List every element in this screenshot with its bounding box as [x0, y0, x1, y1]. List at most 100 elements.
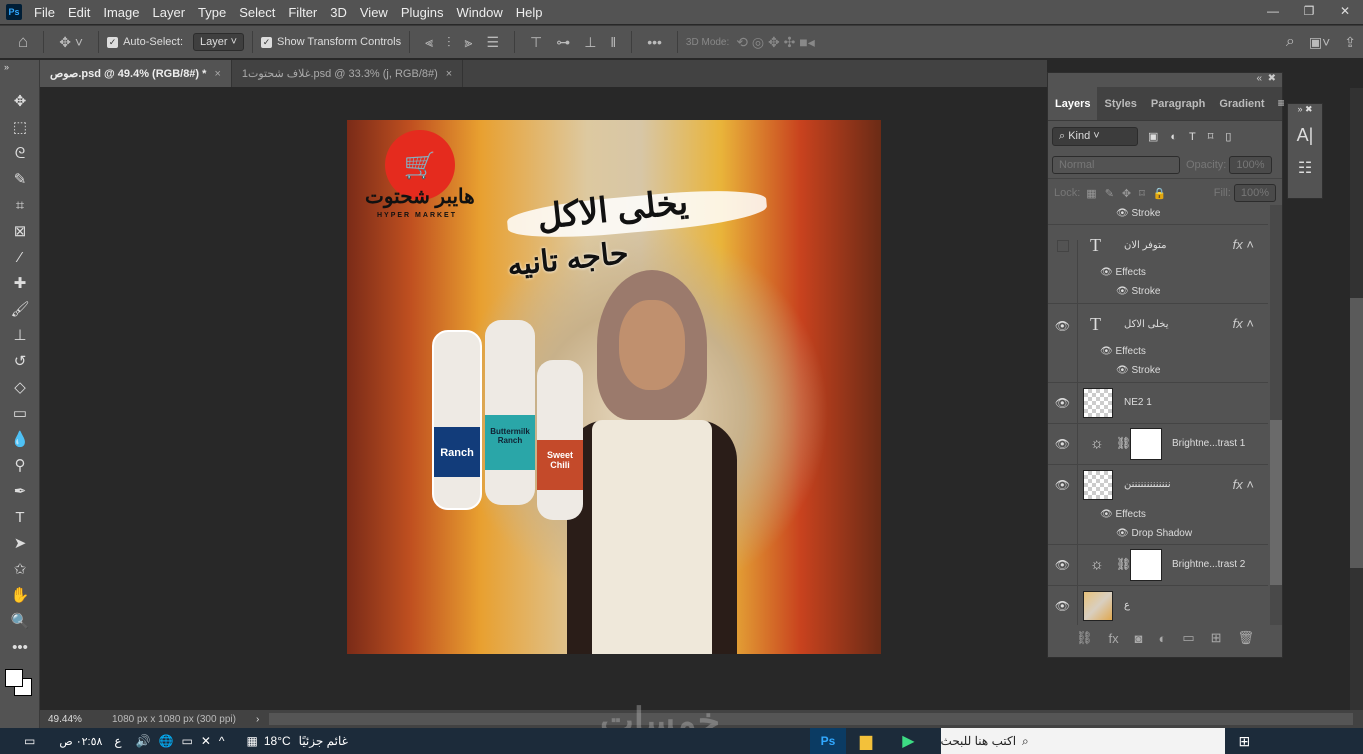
- blur-tool-icon[interactable]: 💧: [0, 426, 40, 452]
- tab-paragraph[interactable]: Paragraph: [1144, 87, 1212, 120]
- tab-styles[interactable]: Styles: [1097, 87, 1143, 120]
- mini-panel-controls-icon[interactable]: » ✖: [1288, 104, 1322, 115]
- layer-row[interactable]: 👁 ع: [1048, 586, 1268, 625]
- menu-help[interactable]: Help: [516, 5, 543, 20]
- visibility-toggle[interactable]: 👁: [1048, 304, 1078, 382]
- effect-drop-shadow[interactable]: 👁 Drop Shadow: [1116, 528, 1192, 539]
- layer-row[interactable]: 👁 نننننننننننننن fx ˄ 👁 Effects 👁 Drop S…: [1048, 465, 1268, 545]
- layer-name[interactable]: NE2 1: [1124, 397, 1152, 408]
- layer-name[interactable]: متوفر الان: [1124, 240, 1166, 251]
- fill-input[interactable]: 100%: [1233, 184, 1276, 202]
- layer-name[interactable]: Brightne...trast 2: [1172, 559, 1245, 570]
- restore-icon[interactable]: ❐: [1291, 0, 1327, 22]
- layer-name[interactable]: نننننننننننننن: [1124, 479, 1171, 490]
- healing-brush-icon[interactable]: ✚: [0, 270, 40, 296]
- new-layer-icon[interactable]: ⊞: [1211, 630, 1222, 646]
- layer-row[interactable]: 👁 T يخلى الاكل fx ˄ 👁 Effects 👁 Stroke: [1048, 304, 1268, 383]
- align-middle-icon[interactable]: ⊶: [556, 34, 570, 51]
- status-arrow-icon[interactable]: ›: [256, 714, 259, 725]
- type-tool-icon[interactable]: T: [0, 504, 40, 530]
- more-tools-icon[interactable]: •••: [0, 634, 40, 660]
- horizontal-scrollbar[interactable]: [269, 713, 1353, 725]
- quick-select-tool-icon[interactable]: ✎: [0, 166, 40, 192]
- gradient-tool-icon[interactable]: ▭: [0, 400, 40, 426]
- 3d-tools-icon[interactable]: ⟲ ◎ ✥ ✣ ■◂: [736, 34, 814, 51]
- layer-row[interactable]: 👁 ☼ ⛓ Brightne...trast 1: [1048, 424, 1268, 465]
- menu-select[interactable]: Select: [239, 5, 275, 20]
- link-layers-icon[interactable]: ⛓: [1076, 630, 1093, 646]
- taskbar-explorer-icon[interactable]: ▆: [860, 731, 872, 751]
- visibility-toggle[interactable]: 👁: [1048, 465, 1078, 544]
- color-swatches[interactable]: [0, 660, 39, 700]
- history-brush-icon[interactable]: ↺: [0, 348, 40, 374]
- layers-scrollbar[interactable]: [1270, 205, 1282, 625]
- align-left-icon[interactable]: ⫷: [425, 34, 433, 51]
- menu-type[interactable]: Type: [198, 5, 226, 20]
- show-transform-checkbox[interactable]: ✓: [261, 36, 273, 48]
- effects-row[interactable]: 👁 Effects: [1100, 346, 1146, 357]
- zoom-tool-icon[interactable]: 🔍: [0, 608, 40, 634]
- document-canvas[interactable]: 🛒 هايبر شحتوت HYPER MARKET يخلى الاكل حا…: [347, 120, 881, 654]
- menu-3d[interactable]: 3D: [330, 5, 347, 20]
- hand-tool-icon[interactable]: ✋: [0, 582, 40, 608]
- weather-temp[interactable]: 18°C: [264, 734, 291, 748]
- add-mask-icon[interactable]: ◙: [1135, 631, 1143, 646]
- auto-select-checkbox[interactable]: ✓: [107, 36, 119, 48]
- minimize-icon[interactable]: —: [1255, 0, 1291, 22]
- collapse-icon[interactable]: »: [0, 60, 39, 88]
- fx-icon[interactable]: fx ˄: [1233, 316, 1254, 331]
- filter-icons[interactable]: ▣◐T⌑▯: [1148, 130, 1243, 143]
- fx-icon[interactable]: fx ˄: [1233, 477, 1254, 492]
- layer-row[interactable]: T متوفر الان fx ˄ 👁 Effects 👁 Stroke: [1048, 225, 1268, 318]
- pen-tool-icon[interactable]: ✒: [0, 478, 40, 504]
- weather-text[interactable]: غائم جزئيًا: [299, 734, 348, 748]
- close-icon[interactable]: ✕: [1327, 0, 1363, 22]
- stamp-tool-icon[interactable]: ⊥: [0, 322, 40, 348]
- visibility-toggle[interactable]: 👁: [1048, 586, 1078, 625]
- shape-tool-icon[interactable]: ✩: [0, 556, 40, 582]
- distribute-icon[interactable]: ☰: [486, 34, 499, 51]
- blend-mode-dropdown[interactable]: Normal: [1052, 155, 1180, 174]
- share-icon[interactable]: ⇪: [1344, 34, 1356, 51]
- new-group-icon[interactable]: ▭: [1182, 630, 1194, 646]
- align-right-icon[interactable]: ⫸: [465, 34, 473, 51]
- effect-stroke[interactable]: 👁 Stroke: [1116, 365, 1160, 376]
- menu-plugins[interactable]: Plugins: [401, 5, 444, 20]
- taskbar-search-input[interactable]: ⌕ اكتب هنا للبحث: [940, 728, 1225, 754]
- crop-tool-icon[interactable]: ⌗: [0, 192, 40, 218]
- menu-view[interactable]: View: [360, 5, 388, 20]
- effects-row[interactable]: 👁 Effects: [1100, 267, 1146, 278]
- tab-layers[interactable]: Layers: [1048, 87, 1098, 120]
- move-tool-icon[interactable]: ✥: [0, 88, 40, 114]
- panel-collapse-icon[interactable]: « ✖: [1257, 73, 1277, 84]
- effects-row[interactable]: 👁 Effects: [1100, 509, 1146, 520]
- visibility-toggle[interactable]: 👁: [1048, 383, 1078, 423]
- opacity-input[interactable]: 100%: [1229, 155, 1272, 174]
- tab-document-2[interactable]: غلاف شحتوت1.psd @ 33.3% (j, RGB/8#) ×: [231, 60, 464, 87]
- tray-icons[interactable]: 🔊🌐▭✕^: [136, 734, 233, 748]
- dodge-tool-icon[interactable]: ⚲: [0, 452, 40, 478]
- menu-filter[interactable]: Filter: [288, 5, 317, 20]
- zoom-level[interactable]: 49.44%: [48, 714, 98, 725]
- character-panel-icon[interactable]: A|: [1288, 125, 1322, 146]
- layer-name[interactable]: ع: [1124, 600, 1130, 611]
- add-style-icon[interactable]: fx: [1108, 631, 1118, 646]
- close-tab-icon[interactable]: ×: [446, 68, 452, 80]
- effect-stroke[interactable]: 👁 Stroke: [1116, 286, 1160, 297]
- menu-image[interactable]: Image: [103, 5, 139, 20]
- lasso-tool-icon[interactable]: ᘓ: [0, 140, 40, 166]
- new-adjustment-icon[interactable]: ◐: [1158, 631, 1166, 646]
- visibility-toggle[interactable]: 👁: [1048, 424, 1078, 464]
- filter-kind-dropdown[interactable]: ⌕ Kind ˅: [1052, 126, 1138, 146]
- document-info[interactable]: 1080 px x 1080 px (300 ppi): [112, 714, 236, 725]
- lock-icons[interactable]: ▦✎✥⌑🔒: [1086, 187, 1174, 200]
- windows-start-icon[interactable]: ⊞: [1239, 733, 1251, 750]
- eraser-tool-icon[interactable]: ◇: [0, 374, 40, 400]
- language-indicator[interactable]: ع: [114, 734, 121, 748]
- workspace-icon[interactable]: ▣˅: [1309, 34, 1330, 51]
- eyedropper-tool-icon[interactable]: ⁄: [0, 244, 40, 270]
- notifications-icon[interactable]: ▭: [24, 734, 35, 748]
- adjustments-panel-icon[interactable]: ☷: [1288, 158, 1322, 178]
- close-tab-icon[interactable]: ×: [214, 68, 220, 80]
- fx-icon[interactable]: fx ˄: [1233, 237, 1254, 252]
